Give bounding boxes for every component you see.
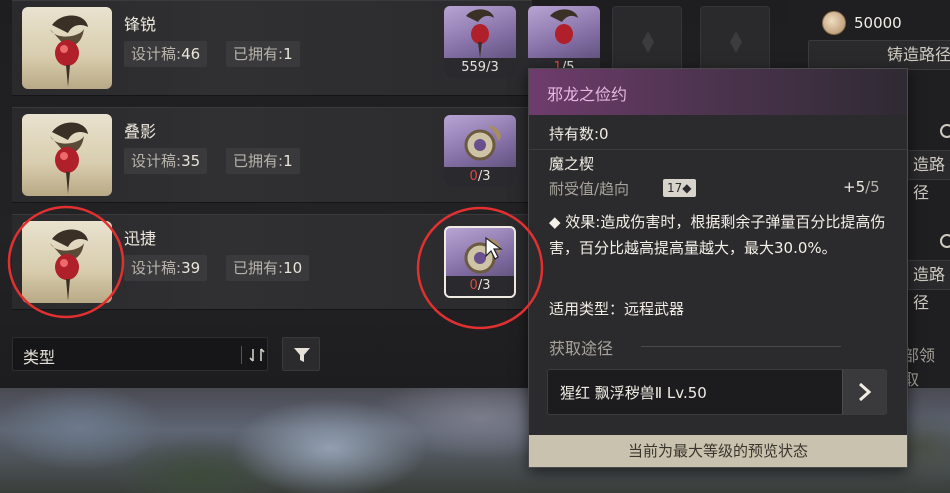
slot-diamond-icon: [642, 31, 654, 53]
row-title: 迅捷: [124, 229, 157, 248]
chevron-right-icon[interactable]: [842, 370, 886, 414]
coin-amount: 50000: [854, 14, 902, 32]
item-thumbnail: [22, 7, 112, 89]
currency-display: 50000: [822, 10, 902, 36]
sort-icon[interactable]: [249, 347, 265, 363]
tooltip-durability-label: 耐受值/趋向: [549, 180, 630, 198]
acquire-route-text: 猩红 飘浮秽兽Ⅱ Lv.50: [560, 384, 707, 402]
tooltip-attribute-name: 魔之楔: [549, 155, 595, 173]
coin-icon: [822, 11, 846, 35]
acquire-route-button[interactable]: 猩红 飘浮秽兽Ⅱ Lv.50: [547, 369, 887, 415]
divider: [529, 149, 907, 150]
forge-path-button-1[interactable]: 铸造路径: [808, 40, 950, 70]
row-title: 叠影: [124, 122, 157, 141]
durability-badge: 17◆: [663, 179, 696, 197]
slot-count: 559/3: [444, 58, 516, 78]
owned-count-tag: 已拥有:10: [226, 255, 310, 281]
tooltip-effect-text: ◆ 效果:造成伤害时，根据剩余子弹量百分比提高伤害，百分比越高提高量越大，最大3…: [549, 213, 886, 257]
funnel-icon: [294, 348, 310, 362]
claim-all-button[interactable]: 部领取: [903, 342, 950, 390]
material-slot[interactable]: 0/3: [444, 115, 516, 187]
tooltip-header: 邪龙之俭约: [529, 69, 907, 115]
material-slot[interactable]: 559/3: [444, 6, 516, 78]
tooltip-footer: 当前为最大等级的预览状态: [529, 435, 907, 467]
item-thumbnail: [22, 221, 112, 303]
design-count-tag: 设计稿:46: [124, 41, 208, 67]
cursor-icon: [485, 236, 503, 260]
row-title: 锋锐: [124, 15, 157, 34]
design-count-tag: 设计稿:35: [124, 148, 208, 174]
divider: [641, 346, 841, 347]
slot-count: 0/3: [444, 167, 516, 187]
filter-button[interactable]: [282, 337, 320, 371]
tooltip-owned-count: 持有数:0: [549, 125, 609, 143]
tooltip-level: +5/5: [843, 178, 880, 196]
filter-label: 类型: [23, 348, 56, 367]
item-thumbnail: [22, 114, 112, 196]
tooltip-title: 邪龙之俭约: [547, 85, 628, 104]
type-filter-dropdown[interactable]: 类型: [12, 337, 268, 371]
row-2-toggle[interactable]: [940, 124, 950, 138]
slot-diamond-icon: [730, 31, 742, 53]
owned-count-tag: 已拥有:1: [226, 148, 300, 174]
material-slot-selected[interactable]: 0/3: [444, 226, 516, 298]
owned-count-tag: 已拥有:1: [226, 41, 300, 67]
design-count-tag: 设计稿:39: [124, 255, 208, 281]
item-tooltip: 邪龙之俭约 持有数:0 魔之楔 耐受值/趋向 17◆ +5/5 ◆ 效果:造成伤…: [528, 68, 908, 468]
tooltip-source-heading: 获取途径: [549, 339, 614, 358]
slot-count: 0/3: [446, 276, 514, 296]
tooltip-applicable-type: 适用类型：远程武器: [549, 300, 685, 318]
row-3-toggle[interactable]: [940, 234, 950, 248]
filter-separator: [241, 346, 242, 364]
